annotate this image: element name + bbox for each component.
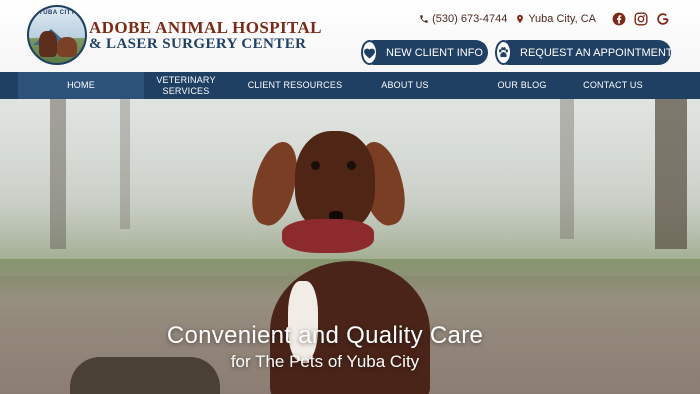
location-link[interactable]: Yuba City, CA	[515, 13, 596, 25]
heart-icon	[361, 40, 378, 65]
nav-item-home[interactable]: HOME	[18, 72, 144, 99]
contact-bar: (530) 673-4744 Yuba City, CA	[419, 12, 670, 26]
red-scarf	[282, 219, 374, 253]
map-pin-icon	[517, 14, 524, 24]
phone-number: (530) 673-4744	[432, 13, 508, 25]
hero-subtitle: for The Pets of Yuba City	[230, 352, 420, 371]
phone-icon	[420, 15, 428, 23]
main-nav: HOME VETERINARY SERVICES CLIENT RESOURCE…	[0, 72, 700, 99]
request-appointment-label: REQUEST AN APPOINTMENT	[520, 46, 673, 59]
brand-line-2: & LASER SURGERY CENTER	[89, 36, 307, 52]
hero-title: Convenient and Quality Care	[166, 322, 484, 349]
brand-name[interactable]: ADOBE ANIMAL HOSPITAL & LASER SURGERY CE…	[89, 19, 322, 52]
paw-icon	[495, 40, 512, 65]
new-client-info-label: NEW CLIENT INFO	[386, 46, 483, 59]
brand-line-1: ADOBE ANIMAL HOSPITAL	[89, 18, 322, 37]
facebook-icon[interactable]	[612, 12, 626, 26]
hero-banner: Convenient and Quality Care for The Pets…	[0, 99, 700, 394]
nav-item-client-resources[interactable]: CLIENT RESOURCES	[228, 72, 362, 99]
hospital-logo[interactable]: YUBA CITY	[27, 5, 87, 65]
nav-item-our-blog[interactable]: OUR BLOG	[448, 72, 578, 99]
nav-item-veterinary-services[interactable]: VETERINARY SERVICES	[144, 72, 228, 99]
site-header: YUBA CITY ADOBE ANIMAL HOSPITAL & LASER …	[0, 0, 700, 72]
nav-item-contact-us[interactable]: CONTACT US	[578, 72, 648, 99]
request-appointment-button[interactable]: REQUEST AN APPOINTMENT	[495, 40, 673, 65]
logo-ring-text: YUBA CITY	[38, 10, 76, 16]
location-text: Yuba City, CA	[528, 13, 596, 25]
instagram-icon[interactable]	[634, 12, 648, 26]
hero-caption: Convenient and Quality Care for The Pets…	[0, 321, 700, 373]
phone-link[interactable]: (530) 673-4744	[419, 13, 507, 25]
google-icon[interactable]	[656, 12, 670, 26]
new-client-info-button[interactable]: NEW CLIENT INFO	[361, 40, 488, 65]
nav-item-about-us[interactable]: ABOUT US	[362, 72, 448, 99]
